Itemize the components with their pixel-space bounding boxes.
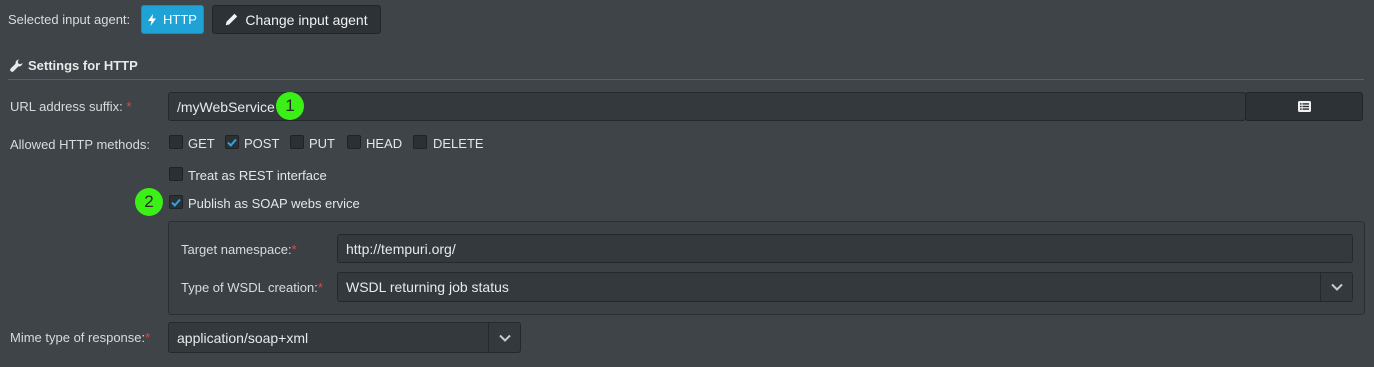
required-mark: * xyxy=(126,99,132,114)
required-mark: * xyxy=(291,242,297,257)
section-divider xyxy=(8,79,1364,80)
post-label: POST xyxy=(244,136,280,151)
callout-marker-2: 2 xyxy=(135,188,163,216)
check-icon xyxy=(171,198,181,207)
pencil-icon xyxy=(226,13,238,26)
head-label: HEAD xyxy=(366,136,403,151)
url-suffix-label: URL address suffix: * xyxy=(10,99,131,114)
required-mark: * xyxy=(145,330,151,345)
rest-label: Treat as REST interface xyxy=(188,168,327,183)
required-mark: * xyxy=(317,280,323,295)
mime-type-label: Mime type of response:* xyxy=(10,330,150,345)
namespace-label-text: Target namespace: xyxy=(181,242,292,257)
post-checkbox[interactable] xyxy=(225,135,239,149)
list-icon xyxy=(1297,101,1311,112)
mime-type-select[interactable]: application/soap+xml xyxy=(168,322,521,353)
get-checkbox[interactable] xyxy=(169,135,183,149)
wsdl-type-value: WSDL returning job status xyxy=(346,279,509,295)
get-label: GET xyxy=(188,136,215,151)
delete-label: DELETE xyxy=(433,136,484,151)
url-suffix-list-button[interactable] xyxy=(1245,92,1363,121)
change-input-agent-button[interactable]: Change input agent xyxy=(212,5,381,34)
mime-type-value: application/soap+xml xyxy=(177,329,309,346)
soap-label: Publish as SOAP webs ervice xyxy=(188,196,360,211)
http-button-label: HTTP xyxy=(163,12,197,27)
chevron-down-icon xyxy=(498,334,511,342)
section-title: Settings for HTTP xyxy=(10,58,138,73)
delete-checkbox[interactable] xyxy=(413,135,427,149)
put-checkbox[interactable] xyxy=(290,135,304,149)
lightning-icon xyxy=(148,13,157,26)
soap-checkbox[interactable] xyxy=(169,195,183,209)
rest-checkbox[interactable] xyxy=(169,167,183,181)
chevron-down-icon xyxy=(1330,283,1343,291)
wsdl-type-label-text: Type of WSDL creation: xyxy=(181,280,318,295)
callout-marker-1: 1 xyxy=(276,92,304,120)
wsdl-type-select[interactable]: WSDL returning job status xyxy=(337,272,1353,302)
url-suffix-input[interactable] xyxy=(168,92,1246,121)
namespace-input[interactable] xyxy=(337,234,1353,263)
put-label: PUT xyxy=(309,136,335,151)
check-icon xyxy=(227,138,237,147)
namespace-label: Target namespace:* xyxy=(181,242,297,257)
section-title-text: Settings for HTTP xyxy=(28,58,138,73)
http-agent-button[interactable]: HTTP xyxy=(141,5,204,34)
mime-type-label-text: Mime type of response: xyxy=(10,330,146,345)
wsdl-type-label: Type of WSDL creation:* xyxy=(181,280,323,295)
dropdown-arrow xyxy=(1320,273,1352,301)
dropdown-arrow xyxy=(488,323,520,352)
selected-agent-label: Selected input agent: xyxy=(8,12,131,27)
http-methods-label: Allowed HTTP methods: xyxy=(10,137,150,152)
head-checkbox[interactable] xyxy=(347,135,361,149)
wrench-icon xyxy=(10,59,23,72)
change-agent-label: Change input agent xyxy=(245,11,368,28)
url-suffix-label-text: URL address suffix: xyxy=(10,99,123,114)
